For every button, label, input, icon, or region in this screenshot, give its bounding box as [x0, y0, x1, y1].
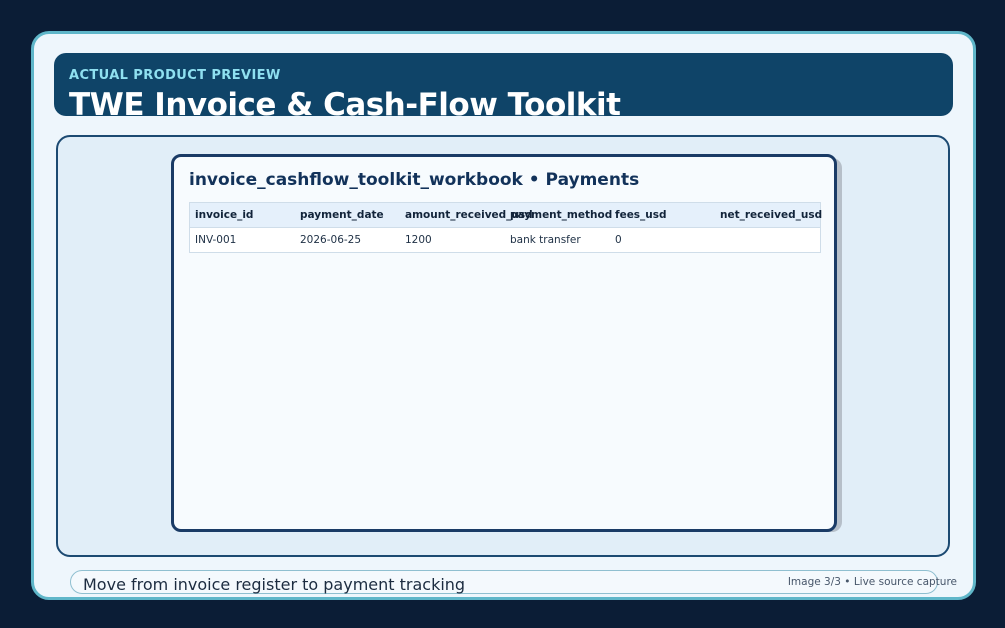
table-cell[interactable]: 1200 [400, 234, 505, 246]
table-cell[interactable]: INV-001 [190, 234, 295, 246]
table-cell[interactable]: 2026-06-25 [295, 234, 400, 246]
table-row: INV-001 2026-06-25 1200 bank transfer 0 [190, 228, 820, 252]
payments-table: invoice_id payment_date amount_received_… [189, 202, 822, 253]
column-header[interactable]: amount_received_usd [400, 209, 533, 221]
table-cell[interactable]: 0 [610, 234, 715, 246]
table-header-row: invoice_id payment_date amount_received_… [190, 203, 822, 228]
page-title: TWE Invoice & Cash-Flow Toolkit [69, 87, 621, 116]
header-banner: ACTUAL PRODUCT PREVIEW TWE Invoice & Cas… [54, 53, 953, 116]
column-header[interactable]: invoice_id [190, 209, 295, 221]
caption-text: Move from invoice register to payment tr… [83, 575, 466, 594]
screenshot-stage: invoice_cashflow_toolkit_workbook • Paym… [56, 135, 950, 557]
column-header[interactable]: net_received_usd [715, 209, 822, 221]
preview-frame: ACTUAL PRODUCT PREVIEW TWE Invoice & Cas… [31, 31, 976, 600]
column-header[interactable]: payment_method [505, 209, 612, 221]
eyebrow-label: ACTUAL PRODUCT PREVIEW [69, 68, 281, 83]
image-counter: Image 3/3 • Live source capture [787, 576, 957, 588]
spreadsheet-card: invoice_cashflow_toolkit_workbook • Paym… [171, 154, 837, 532]
column-header[interactable]: fees_usd [610, 209, 715, 221]
column-header[interactable]: payment_date [295, 209, 400, 221]
sheet-title: invoice_cashflow_toolkit_workbook • Paym… [189, 170, 640, 190]
table-cell[interactable]: bank transfer [505, 234, 610, 246]
